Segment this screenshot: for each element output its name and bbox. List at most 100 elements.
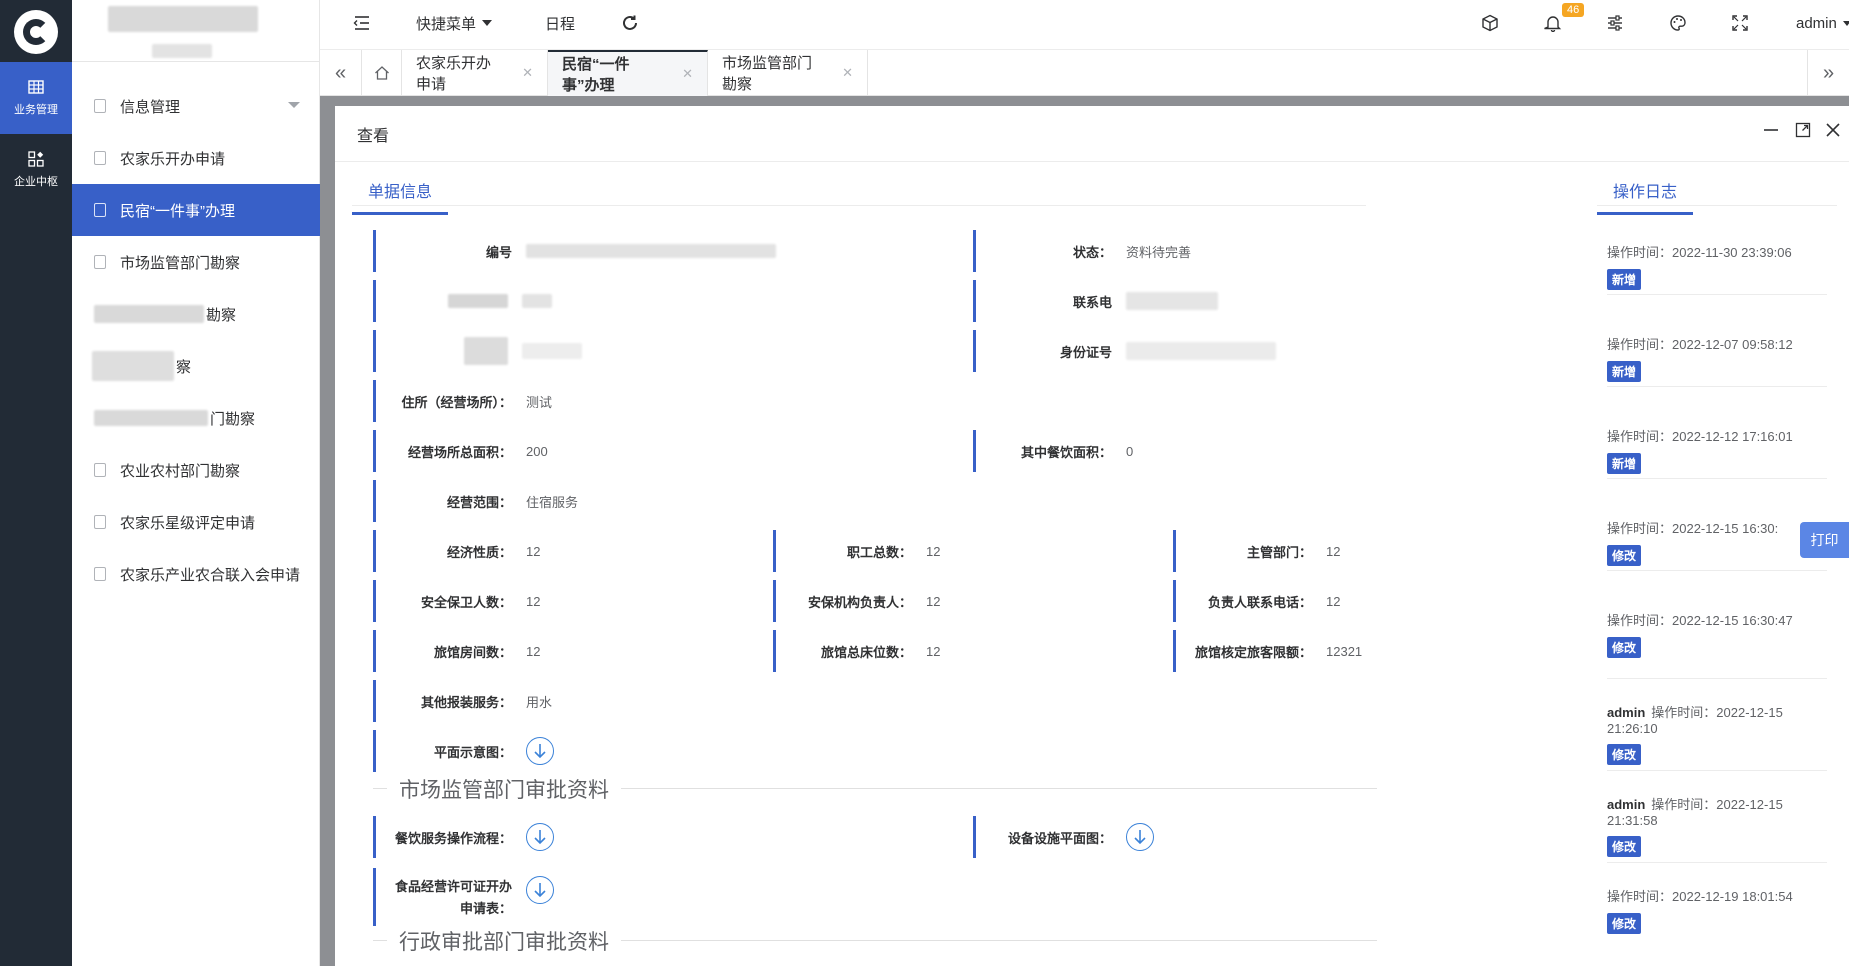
log-action-badge: 新增 (1607, 361, 1642, 382)
sidebar-item-market-inspection[interactable]: 市场监管部门勘察 (72, 236, 320, 288)
schedule-link[interactable]: 日程 (545, 0, 575, 46)
tab-market-inspection[interactable]: 市场监管部门勘察 ✕ (708, 50, 868, 96)
quick-menu-label: 快捷菜单 (416, 15, 477, 33)
sidebar-item-label: 勘察 (206, 306, 237, 324)
log-line: admin 操作时间：2022-12-15 21:31:58 (1607, 794, 1797, 828)
sidebar-item-star-rating[interactable]: 农家乐星级评定申请 (72, 496, 320, 548)
tab-document-info[interactable]: 单据信息 (352, 178, 448, 215)
log-entry: 操作时间：2022-12-15 16:30: 修改 (1607, 518, 1827, 566)
tabs-scroll-left[interactable]: « (320, 50, 362, 96)
field-value: 12 (1326, 593, 1341, 609)
field-economic-nature: 经济性质： 12 (373, 530, 753, 572)
bell-icon[interactable] (1543, 13, 1563, 33)
caret-down-icon (1842, 20, 1849, 26)
download-icon[interactable] (526, 876, 554, 904)
cube-icon[interactable] (1480, 13, 1500, 33)
field-value: 用水 (526, 694, 553, 710)
caret-down-icon (482, 20, 493, 26)
field-value: 12 (526, 643, 541, 659)
double-chevron-right-icon: » (1822, 61, 1835, 84)
tab-farmstay-opening[interactable]: 农家乐开办申请 ✕ (402, 50, 548, 96)
tab-homestay[interactable]: 民宿“一件事”办理 ✕ (548, 50, 708, 96)
sidebar-item-agriculture-inspection[interactable]: 农业农村部门勘察 (72, 444, 320, 496)
field-blurred-b (373, 330, 933, 372)
menu-fold-icon[interactable] (352, 13, 372, 33)
close-dialog-icon[interactable] (1823, 120, 1843, 140)
download-icon[interactable] (526, 823, 554, 851)
field-blurred-a (373, 280, 933, 322)
print-button[interactable]: 打印 (1800, 522, 1849, 558)
rail-item-label: 企业中枢 (14, 176, 58, 188)
field-business-scope: 经营范围： 住宿服务 (373, 480, 933, 522)
sidebar-item-inspection-b[interactable]: 察 (72, 340, 320, 392)
quick-menu-dropdown[interactable]: 快捷菜单 (416, 0, 493, 46)
tabs-bar: « 农家乐开办申请 ✕ 民宿“一件事”办理 ✕ 市场监管部门勘察 ✕ » (320, 50, 1849, 96)
sidebar-item-inspection-c[interactable]: 门勘察 (72, 392, 320, 444)
log-time: 操作时间：2022-12-15 16:30:47 (1607, 613, 1793, 628)
log-action-badge: 修改 (1607, 836, 1642, 857)
minimize-icon[interactable] (1761, 120, 1781, 140)
sidebar-item-homestay[interactable]: 民宿“一件事”办理 (72, 184, 320, 236)
document-icon (94, 151, 106, 165)
log-action-badge: 新增 (1607, 269, 1642, 290)
field-label: 住所（经营场所）： (401, 394, 512, 410)
close-icon[interactable]: ✕ (682, 66, 693, 82)
rail-item-business[interactable]: 业务管理 (0, 62, 72, 134)
field-label: 状态： (1072, 244, 1112, 260)
top-bar: 快捷菜单 日程 46 admin (320, 0, 1849, 50)
double-chevron-left-icon: « (334, 61, 347, 84)
chevron-down-icon (288, 102, 300, 108)
log-action-badge: 修改 (1607, 744, 1642, 765)
field-label: 安保机构负责人： (807, 594, 912, 610)
field-security-staff: 安全保卫人数： 12 (373, 580, 753, 622)
field-equipment-plan: 设备设施平面图： (973, 816, 1533, 858)
fullscreen-icon[interactable] (1730, 13, 1750, 33)
field-number: 编号 (373, 230, 933, 272)
download-icon[interactable] (526, 737, 554, 765)
field-label: 联系电 (1072, 294, 1112, 310)
download-icon[interactable] (1126, 823, 1154, 851)
log-time: 操作时间：2022-12-15 16:30: (1607, 521, 1779, 536)
sidebar-item-farmstay-opening[interactable]: 农家乐开办申请 (72, 132, 320, 184)
close-icon[interactable]: ✕ (842, 65, 853, 81)
sidebar-item-label: 察 (176, 358, 192, 376)
sidebar-item-cooperative-join[interactable]: 农家乐产业农合联入会申请 (72, 548, 320, 600)
field-label: 主管部门： (1246, 544, 1312, 560)
sidebar-item-info-management[interactable]: 信息管理 (72, 80, 320, 132)
field-room-count: 旅馆房间数： 12 (373, 630, 753, 672)
sidebar-item-label: 信息管理 (120, 98, 181, 116)
user-menu[interactable]: admin (1796, 0, 1849, 46)
field-label: 身份证号 (1059, 344, 1112, 360)
palette-icon[interactable] (1668, 13, 1688, 33)
home-tab[interactable] (362, 50, 402, 96)
document-icon (94, 203, 106, 217)
tabs-scroll-right[interactable]: » (1807, 50, 1849, 96)
close-icon[interactable]: ✕ (522, 65, 533, 81)
document-icon (94, 567, 106, 581)
field-value: 0 (1126, 443, 1134, 459)
sidebar-item-label: 农家乐开办申请 (120, 150, 226, 168)
sliders-icon[interactable] (1605, 13, 1625, 33)
field-dining-process: 餐饮服务操作流程： (373, 816, 933, 858)
rail-item-enterprise[interactable]: 企业中枢 (0, 134, 72, 206)
field-total-area: 经营场所总面积： 200 (373, 430, 933, 472)
sidebar-item-label: 门勘察 (210, 410, 256, 428)
app-logo[interactable] (14, 10, 58, 54)
tab-operation-log[interactable]: 操作日志 (1597, 178, 1693, 215)
maximize-icon[interactable] (1793, 120, 1813, 140)
field-address: 住所（经营场所）： 测试 (373, 380, 933, 422)
log-entry: 操作时间：2022-12-07 09:58:12 新增 (1607, 334, 1827, 382)
log-user: admin (1607, 797, 1646, 812)
field-label: 经营场所总面积： (407, 444, 512, 460)
field-value: 12 (1326, 543, 1341, 559)
log-action-badge: 修改 (1607, 545, 1642, 566)
field-label: 旅馆核定旅客限额： (1194, 644, 1312, 660)
refresh-icon[interactable] (620, 13, 640, 33)
field-floor-plan: 平面示意图： (373, 730, 933, 772)
field-value: 200 (526, 443, 548, 459)
field-value: 测试 (526, 394, 553, 410)
field-label-line: 申请表： (459, 901, 512, 916)
log-time: 操作时间：2022-12-19 18:01:54 (1607, 889, 1793, 904)
sidebar-item-inspection-a[interactable]: 勘察 (72, 288, 320, 340)
log-action-badge: 修改 (1607, 913, 1642, 934)
